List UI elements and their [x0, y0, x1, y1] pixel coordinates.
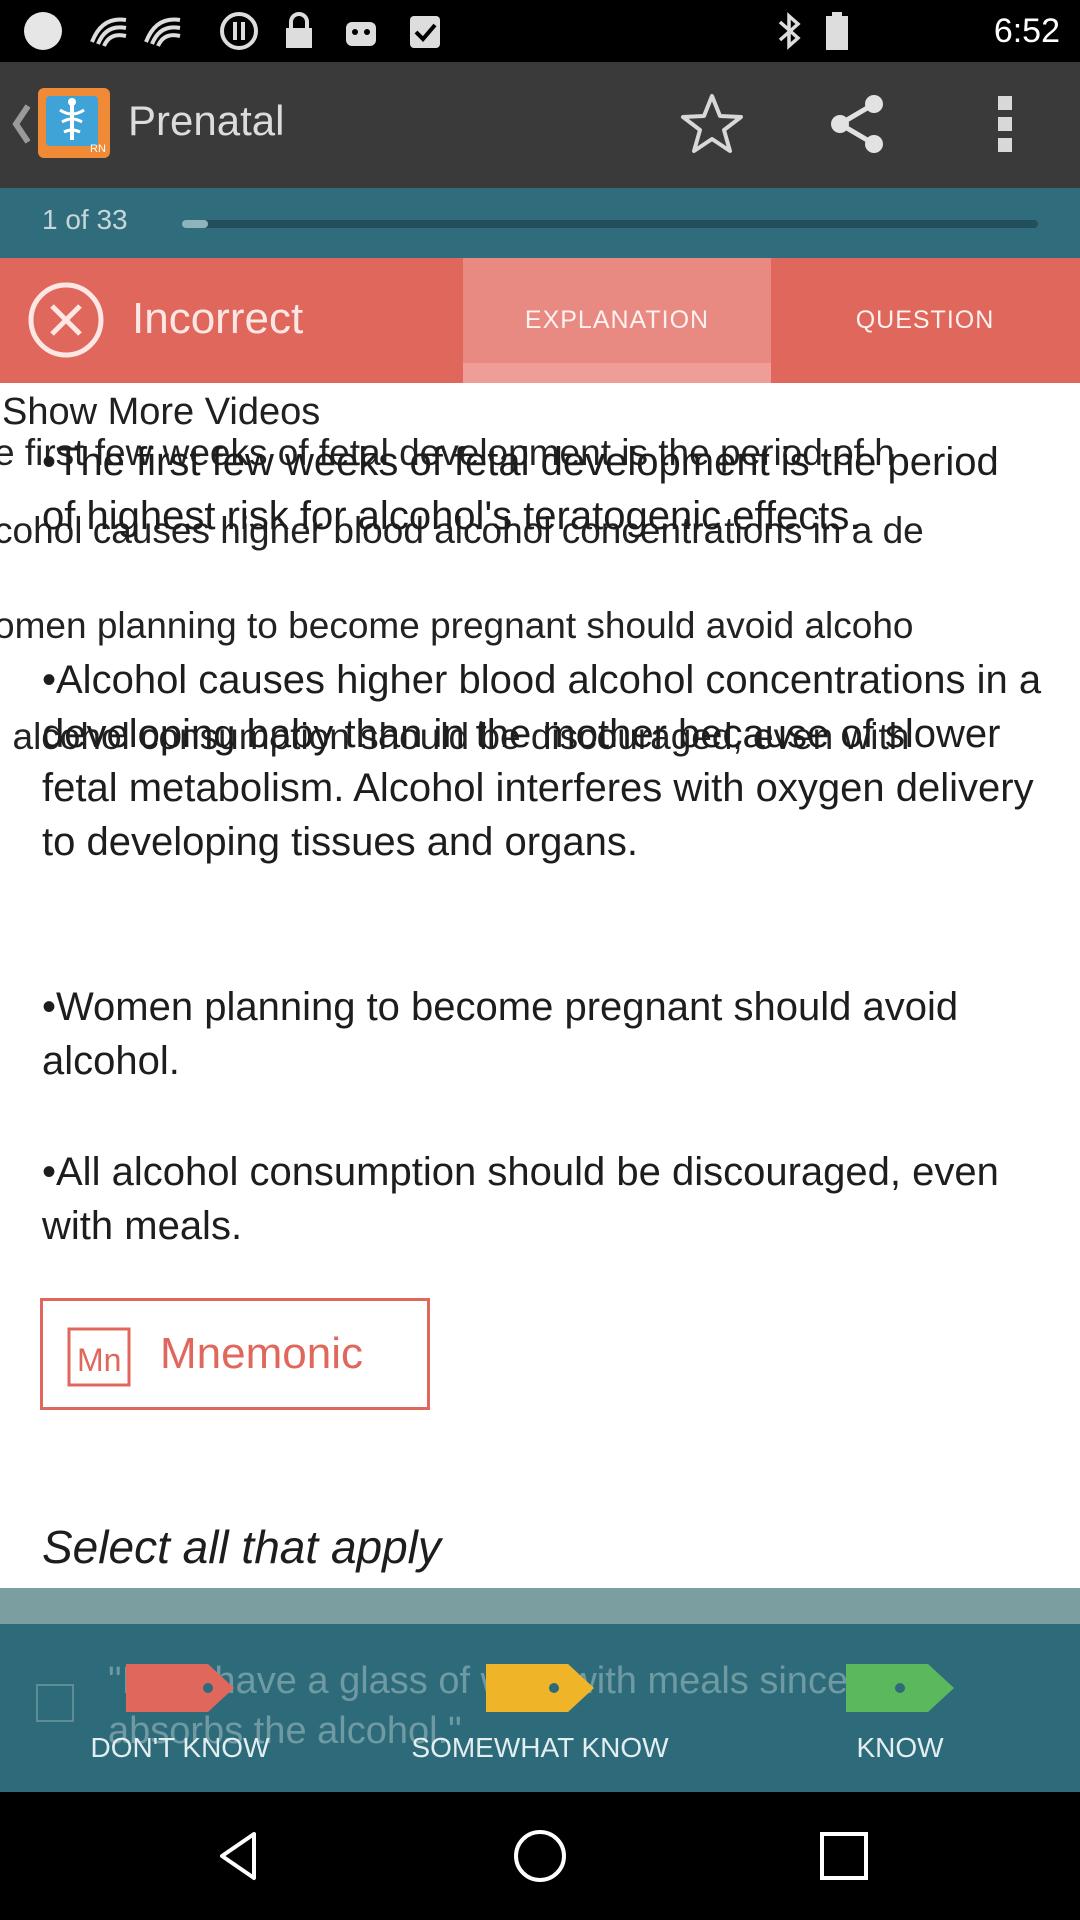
battery-icon — [826, 12, 848, 50]
app-bar: RN Prenatal — [0, 62, 1080, 188]
status-clock: 6:52 — [993, 12, 1060, 50]
star-icon[interactable] — [680, 92, 744, 156]
share-icon[interactable] — [826, 92, 890, 156]
signal-wave-icon — [144, 17, 181, 47]
pause-circle-icon — [220, 12, 258, 50]
somewhat-know-button[interactable]: SOMEWHAT KNOW — [410, 1624, 670, 1792]
home-circle-icon[interactable] — [510, 1826, 570, 1886]
tag-icon — [846, 1664, 954, 1712]
instruction-text: Select all that apply — [42, 1521, 441, 1573]
mnemonic-button[interactable]: Mn Mnemonic — [40, 1298, 430, 1410]
question-progress: 1 of 33 — [0, 188, 1080, 258]
tab-question[interactable]: QUESTION — [771, 258, 1079, 383]
signal-wave-icon — [90, 17, 127, 47]
lock-icon — [286, 12, 312, 48]
svg-text:Mn: Mn — [77, 1342, 121, 1378]
rating-label: KNOW — [856, 1732, 944, 1763]
progress-track — [182, 220, 1038, 228]
tab-explanation[interactable]: EXPLANATION — [463, 258, 771, 383]
progress-fill — [182, 220, 208, 228]
page-title: Prenatal — [128, 97, 285, 144]
circle-icon — [24, 12, 62, 50]
explanation-paragraph: •Women planning to become pregnant shoul… — [42, 985, 959, 1083]
app-logo-icon[interactable]: RN — [38, 88, 110, 158]
mnemonic-label: Mnemonic — [160, 1329, 363, 1378]
explanation-content: Show More Videos e first few weeks of fe… — [0, 383, 1080, 1588]
explanation-paragraph: •All alcohol consumption should be disco… — [42, 1150, 999, 1248]
close-circle-icon — [28, 282, 104, 358]
show-more-videos-link[interactable]: Show More Videos — [2, 391, 320, 434]
dont-know-button[interactable]: DON'T KNOW — [50, 1624, 310, 1792]
result-label: Incorrect — [132, 294, 304, 343]
status-bar: 6:52 — [0, 0, 1080, 62]
recents-square-icon[interactable] — [814, 1826, 874, 1886]
clipboard-check-icon — [410, 16, 440, 48]
android-icon — [346, 22, 376, 46]
svg-text:RN: RN — [90, 143, 106, 155]
rating-label: SOMEWHAT KNOW — [411, 1732, 669, 1763]
tag-icon — [126, 1664, 234, 1712]
back-chevron-icon[interactable] — [8, 100, 34, 148]
rating-label: DON'T KNOW — [90, 1732, 270, 1763]
tab-explanation-label: EXPLANATION — [524, 306, 710, 334]
know-button[interactable]: KNOW — [770, 1624, 1030, 1792]
back-triangle-icon[interactable] — [210, 1826, 270, 1886]
overflow-menu-icon[interactable] — [996, 92, 1016, 156]
tag-icon — [486, 1664, 594, 1712]
overlapped-text-line: omen planning to become pregnant should … — [0, 605, 914, 646]
bluetooth-icon — [778, 12, 801, 50]
mnemonic-icon: Mn — [67, 1327, 131, 1387]
answer-divider — [0, 1588, 1080, 1624]
tab-selected-indicator — [463, 363, 771, 383]
explanation-paragraph: •Alcohol causes higher blood alcohol con… — [42, 658, 1042, 864]
progress-counter: 1 of 33 — [42, 204, 128, 235]
system-nav-bar — [0, 1792, 1080, 1920]
rating-bar: "I can have a glass of wine with meals s… — [0, 1624, 1080, 1792]
tab-question-label: QUESTION — [855, 306, 995, 334]
explanation-paragraph: •The first few weeks of fetal developmen… — [42, 440, 999, 538]
result-header: Incorrect EXPLANATION QUESTION — [0, 258, 1080, 383]
